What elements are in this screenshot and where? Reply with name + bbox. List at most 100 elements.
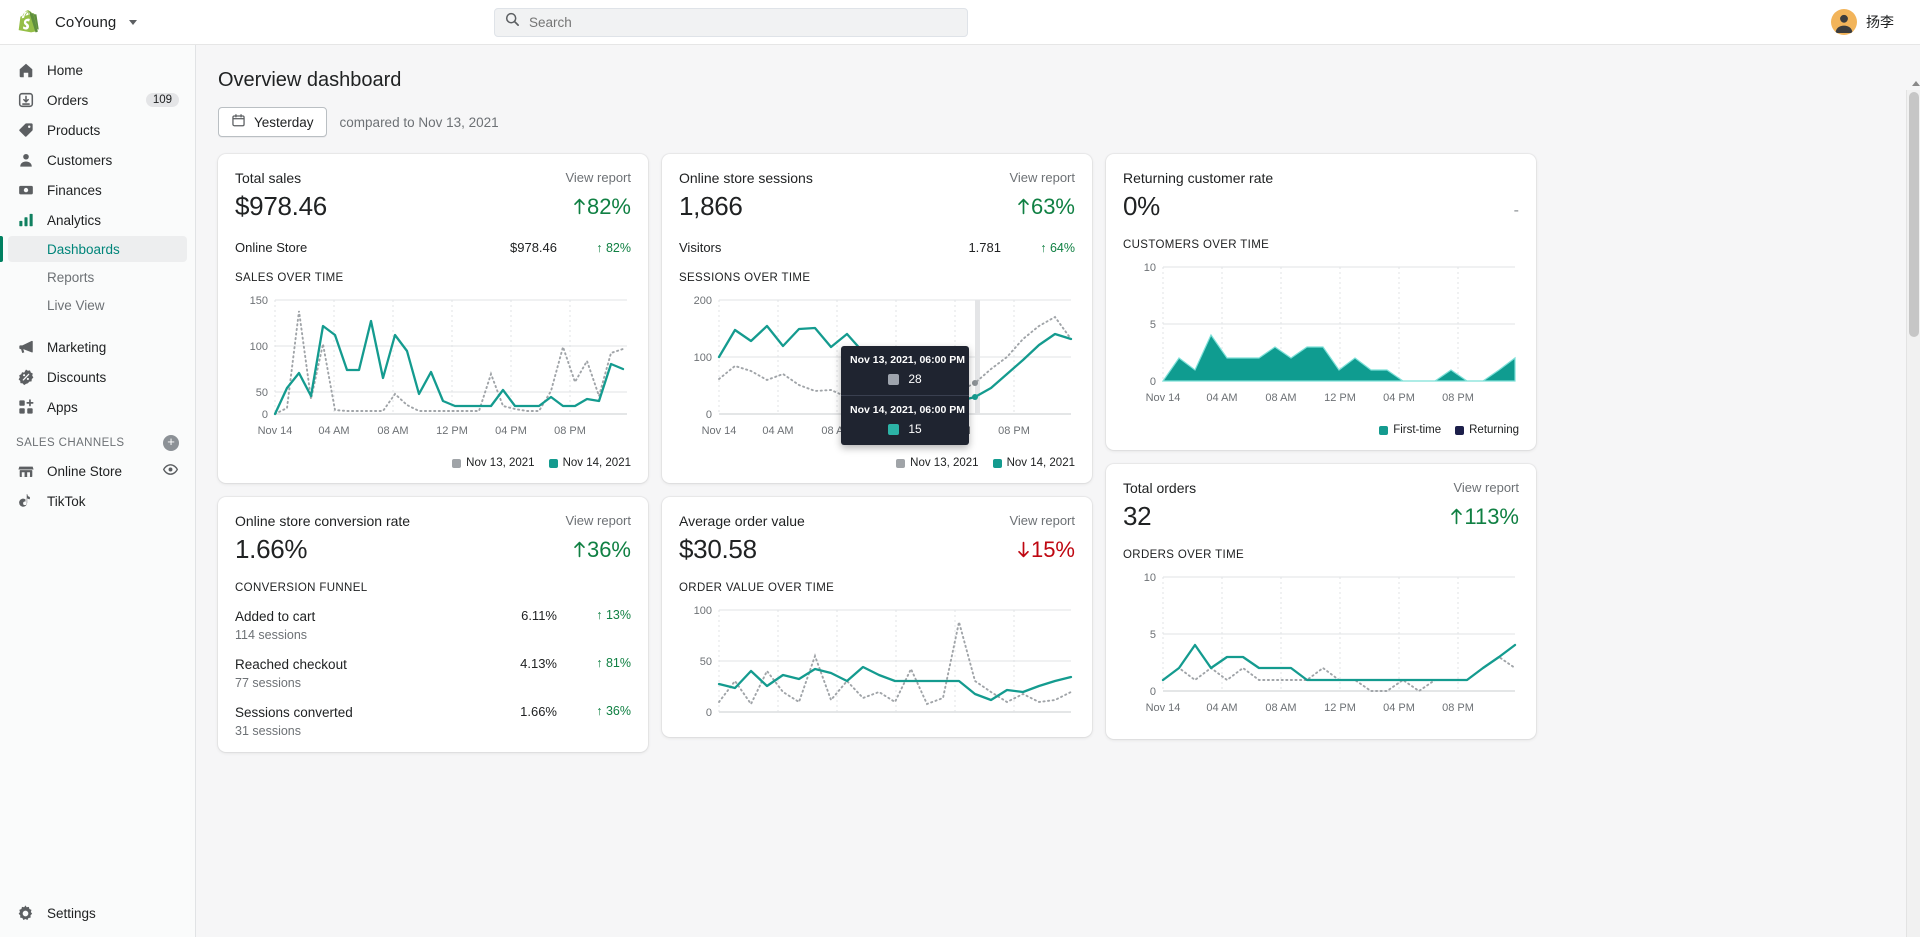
svg-text:08 PM: 08 PM [1442, 702, 1474, 714]
delta-text: 113% [1464, 504, 1519, 530]
home-icon [16, 61, 35, 80]
sidebar-item-live-view[interactable]: Live View [8, 292, 187, 318]
sidebar-label: Apps [47, 400, 179, 415]
sidebar-item-customers[interactable]: Customers [8, 146, 187, 174]
card-average-order-value: Average order value View report $30.58 1… [662, 497, 1092, 737]
compare-text: compared to Nov 13, 2021 [340, 115, 499, 130]
chart-legend: Nov 13, 2021 Nov 14, 2021 [679, 457, 1075, 469]
user-menu[interactable]: 扬李 [1831, 9, 1894, 35]
arrow-down-icon [1017, 541, 1030, 558]
sidebar-label: Products [47, 123, 179, 138]
funnel-label: CONVERSION FUNNEL [235, 582, 631, 594]
sidebar-item-online-store[interactable]: Online Store [8, 457, 187, 485]
sidebar-item-finances[interactable]: Finances [8, 176, 187, 204]
chart-label: SESSIONS OVER TIME [679, 272, 1075, 284]
svg-text:50: 50 [700, 656, 712, 668]
svg-text:0: 0 [706, 707, 712, 719]
breakdown-name: Online Store [235, 240, 457, 255]
sidebar-label: Finances [47, 183, 179, 198]
legend-label: First-time [1393, 424, 1441, 436]
funnel-row: Reached checkout 77 sessions 4.13% ↑ 81% [235, 656, 631, 690]
legend-item: Nov 13, 2021 [452, 457, 534, 469]
card-title: Total orders [1123, 480, 1196, 496]
scroll-up-icon[interactable] [1912, 81, 1920, 86]
products-icon [16, 121, 35, 140]
dashboard-column-left: Total sales View report $978.46 82% Onli… [218, 154, 648, 752]
card-title: Returning customer rate [1123, 170, 1273, 186]
chart-customers-over-time: 10 5 0 Nov 14 04 AM 08 AM 12 PM 04 PM 08… [1123, 255, 1519, 415]
funnel-sessions: 31 sessions [235, 724, 467, 738]
sidebar-label: Analytics [47, 213, 179, 228]
sidebar-label: Orders [47, 93, 134, 108]
view-report-link[interactable]: View report [1009, 513, 1075, 528]
dashboard-column-middle: Online store sessions View report 1,866 … [662, 154, 1092, 737]
card-total-sales: Total sales View report $978.46 82% Onli… [218, 154, 648, 483]
sidebar-item-marketing[interactable]: Marketing [8, 333, 187, 361]
sidebar-item-products[interactable]: Products [8, 116, 187, 144]
sidebar-item-dashboards[interactable]: Dashboards [8, 236, 187, 262]
metric-delta: 36% [573, 537, 631, 563]
funnel-name: Added to cart [235, 609, 315, 624]
legend-swatch [993, 459, 1002, 468]
breakdown-value: $978.46 [457, 240, 557, 255]
legend-label: Returning [1469, 424, 1519, 436]
sidebar-item-home[interactable]: Home [8, 56, 187, 84]
metric-delta: 63% [1017, 194, 1075, 220]
sidebar-label: Customers [47, 153, 179, 168]
view-report-link[interactable]: View report [1453, 480, 1519, 495]
sidebar-item-orders[interactable]: Orders 109 [8, 86, 187, 114]
view-report-link[interactable]: View report [1009, 170, 1075, 185]
sidebar-item-apps[interactable]: Apps [8, 393, 187, 421]
metric-delta: 82% [573, 194, 631, 220]
svg-text:04 AM: 04 AM [1206, 702, 1237, 714]
customers-chart-svg: 10 5 0 Nov 14 04 AM 08 AM 12 PM 04 PM 08… [1123, 255, 1519, 415]
svg-text:04 AM: 04 AM [318, 425, 349, 437]
funnel-delta: ↑ 81% [557, 656, 631, 670]
sidebar-item-reports[interactable]: Reports [8, 264, 187, 290]
scrollbar-thumb[interactable] [1909, 92, 1919, 337]
view-report-link[interactable]: View report [565, 513, 631, 528]
svg-text:100: 100 [694, 605, 712, 617]
metric-value: 1,866 [679, 191, 743, 222]
orders-count-badge: 109 [146, 93, 179, 107]
metric-delta: 113% [1450, 504, 1519, 530]
view-report-link[interactable]: View report [565, 170, 631, 185]
page-scrollbar[interactable] [1906, 90, 1920, 937]
funnel-sessions: 77 sessions [235, 676, 467, 690]
legend-swatch [1455, 426, 1464, 435]
card-title: Average order value [679, 513, 805, 529]
search-bar[interactable] [494, 8, 968, 37]
date-range-button[interactable]: Yesterday [218, 107, 327, 137]
svg-text:0: 0 [706, 409, 712, 421]
funnel-percent: 4.13% [467, 656, 557, 671]
add-channel-icon[interactable]: + [163, 435, 179, 451]
search-icon [505, 12, 520, 32]
funnel-percent: 1.66% [467, 704, 557, 719]
funnel-row: Sessions converted 31 sessions 1.66% ↑ 3… [235, 704, 631, 738]
breakdown-name: Visitors [679, 240, 901, 255]
delta-text: 36% [587, 537, 631, 563]
sidebar-label: Discounts [47, 370, 179, 385]
sales-chart-svg: 150 100 50 0 Nov 14 04 AM 08 AM 12 PM 04… [235, 288, 631, 448]
store-switcher[interactable]: CoYoung [0, 9, 260, 35]
metric-value: $30.58 [679, 534, 757, 565]
tooltip-value: 28 [908, 372, 921, 386]
sales-channels-title: SALES CHANNELS [16, 437, 125, 449]
breakdown-row: Online Store $978.46 ↑ 82% [235, 240, 631, 255]
legend-label: Nov 14, 2021 [1007, 457, 1075, 469]
sidebar-item-analytics[interactable]: Analytics [8, 206, 187, 234]
sidebar-item-tiktok[interactable]: TikTok [8, 487, 187, 515]
preview-store-icon[interactable] [162, 461, 179, 481]
legend-label: Nov 13, 2021 [466, 457, 534, 469]
breakdown-row: Visitors 1.781 ↑ 64% [679, 240, 1075, 255]
sidebar-item-discounts[interactable]: Discounts [8, 363, 187, 391]
arrow-up-icon [1017, 198, 1030, 215]
chart-order-value-over-time: 100 50 0 [679, 598, 1075, 723]
card-returning-customer-rate: Returning customer rate 0% - CUSTOMERS O… [1106, 154, 1536, 450]
search-input[interactable] [529, 15, 957, 30]
calendar-icon [231, 113, 246, 131]
date-filter-row: Yesterday compared to Nov 13, 2021 [218, 107, 1898, 137]
sidebar-item-settings[interactable]: Settings [8, 899, 187, 927]
chart-sessions-over-time: 200 100 0 Nov 14 04 AM 08 AM 12 PM [679, 288, 1075, 448]
sidebar-label: Online Store [47, 464, 150, 479]
